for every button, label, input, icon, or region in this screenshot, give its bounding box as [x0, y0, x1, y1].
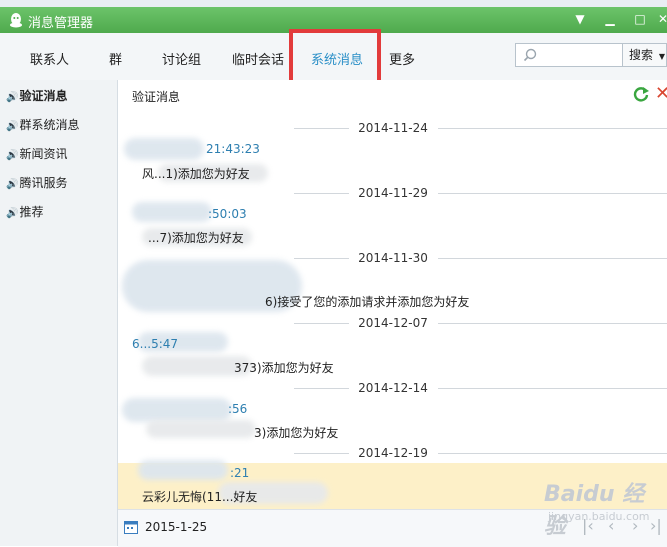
delete-icon[interactable]: ✕	[655, 83, 667, 104]
watermark: Baidu 经验 jingyan.baidu.com	[508, 474, 658, 539]
tab-temp-chat[interactable]: 临时会话	[232, 49, 284, 68]
date-label: 2014-12-14	[358, 381, 428, 395]
message-text: 3)添加您为好友	[254, 426, 339, 440]
watermark-url: jingyan.baidu.com	[548, 510, 650, 523]
refresh-icon[interactable]	[632, 85, 650, 103]
date-label: 2014-12-07	[358, 316, 428, 330]
sidebar-item-recommend[interactable]: 🔊推荐	[6, 203, 43, 220]
search-input[interactable]	[515, 43, 623, 67]
sidebar-item-label: 群系统消息	[19, 118, 80, 132]
qq-penguin-icon	[10, 13, 22, 28]
close-button[interactable]: ✕	[654, 10, 667, 28]
message-time: :50:03	[208, 207, 247, 221]
blurred-avatar	[124, 138, 204, 160]
message-time: :21	[230, 466, 250, 480]
sidebar-item-verification[interactable]: 🔊验证消息	[6, 87, 67, 104]
watermark-brand: Baidu 经验	[544, 482, 645, 539]
message-text: 6)接受了您的添加请求并添加您为好友	[265, 295, 470, 309]
window-title: 消息管理器	[28, 16, 94, 31]
date-separator: 2014-11-29	[118, 186, 667, 200]
maximize-button[interactable]: □	[631, 10, 649, 28]
message-time: 6...5:47	[132, 337, 179, 351]
dropdown-icon[interactable]: ▼	[571, 10, 589, 28]
date-label: 2014-11-24	[358, 121, 428, 135]
sidebar-item-news[interactable]: 🔊新闻资讯	[6, 145, 67, 162]
date-separator: 2014-11-24	[118, 121, 667, 135]
search-button-label: 搜索	[629, 48, 654, 62]
sidebar-item-label: 验证消息	[19, 89, 68, 103]
blurred-avatar	[138, 460, 228, 480]
speaker-icon: 🔊	[6, 208, 19, 219]
date-separator: 2014-12-07	[118, 316, 667, 330]
message-text: 风...1)添加您为好友	[142, 167, 250, 181]
blurred-avatar	[132, 202, 212, 222]
tab-groups[interactable]: 群	[109, 49, 122, 68]
search-button[interactable]: 搜索 ▼	[623, 43, 667, 67]
speaker-icon: 🔊	[6, 121, 19, 132]
message-time: :56	[228, 402, 248, 416]
date-separator: 2014-12-14	[118, 381, 667, 395]
message-text: ...7)添加您为好友	[148, 231, 244, 245]
sidebar-item-tencent-service[interactable]: 🔊腾讯服务	[6, 174, 67, 191]
speaker-icon: 🔊	[6, 92, 19, 103]
calendar-icon[interactable]	[124, 520, 138, 534]
sidebar-item-label: 推荐	[19, 205, 44, 219]
speaker-icon: 🔊	[6, 179, 19, 190]
sidebar: 🔊验证消息 🔊群系统消息 🔊新闻资讯 🔊腾讯服务 🔊推荐	[0, 80, 118, 546]
sidebar-item-group-system[interactable]: 🔊群系统消息	[6, 116, 79, 133]
date-label: 2014-11-29	[358, 186, 428, 200]
tab-discussions[interactable]: 讨论组	[162, 49, 201, 68]
search-icon	[523, 48, 537, 62]
message-text: 云彩儿无悔(11...好友	[142, 490, 258, 504]
message-time: 21:43:23	[206, 142, 260, 156]
tab-contacts[interactable]: 联系人	[30, 49, 69, 68]
section-title: 验证消息	[132, 90, 181, 104]
footer-date[interactable]: 2015-1-25	[145, 520, 207, 534]
message-text: 373)添加您为好友	[234, 361, 334, 375]
date-label: 2014-12-19	[358, 446, 428, 460]
sidebar-item-label: 腾讯服务	[19, 176, 68, 190]
blurred-name	[146, 420, 256, 438]
date-separator: 2014-12-19	[118, 446, 667, 460]
blurred-avatar	[122, 398, 232, 422]
speaker-icon: 🔊	[6, 150, 19, 161]
tab-more[interactable]: 更多	[389, 49, 415, 68]
sidebar-item-label: 新闻资讯	[19, 147, 68, 161]
date-label: 2014-11-30	[358, 251, 428, 265]
search-dropdown-icon[interactable]: ▼	[659, 52, 665, 61]
minimize-button[interactable]: ▁	[601, 10, 619, 28]
